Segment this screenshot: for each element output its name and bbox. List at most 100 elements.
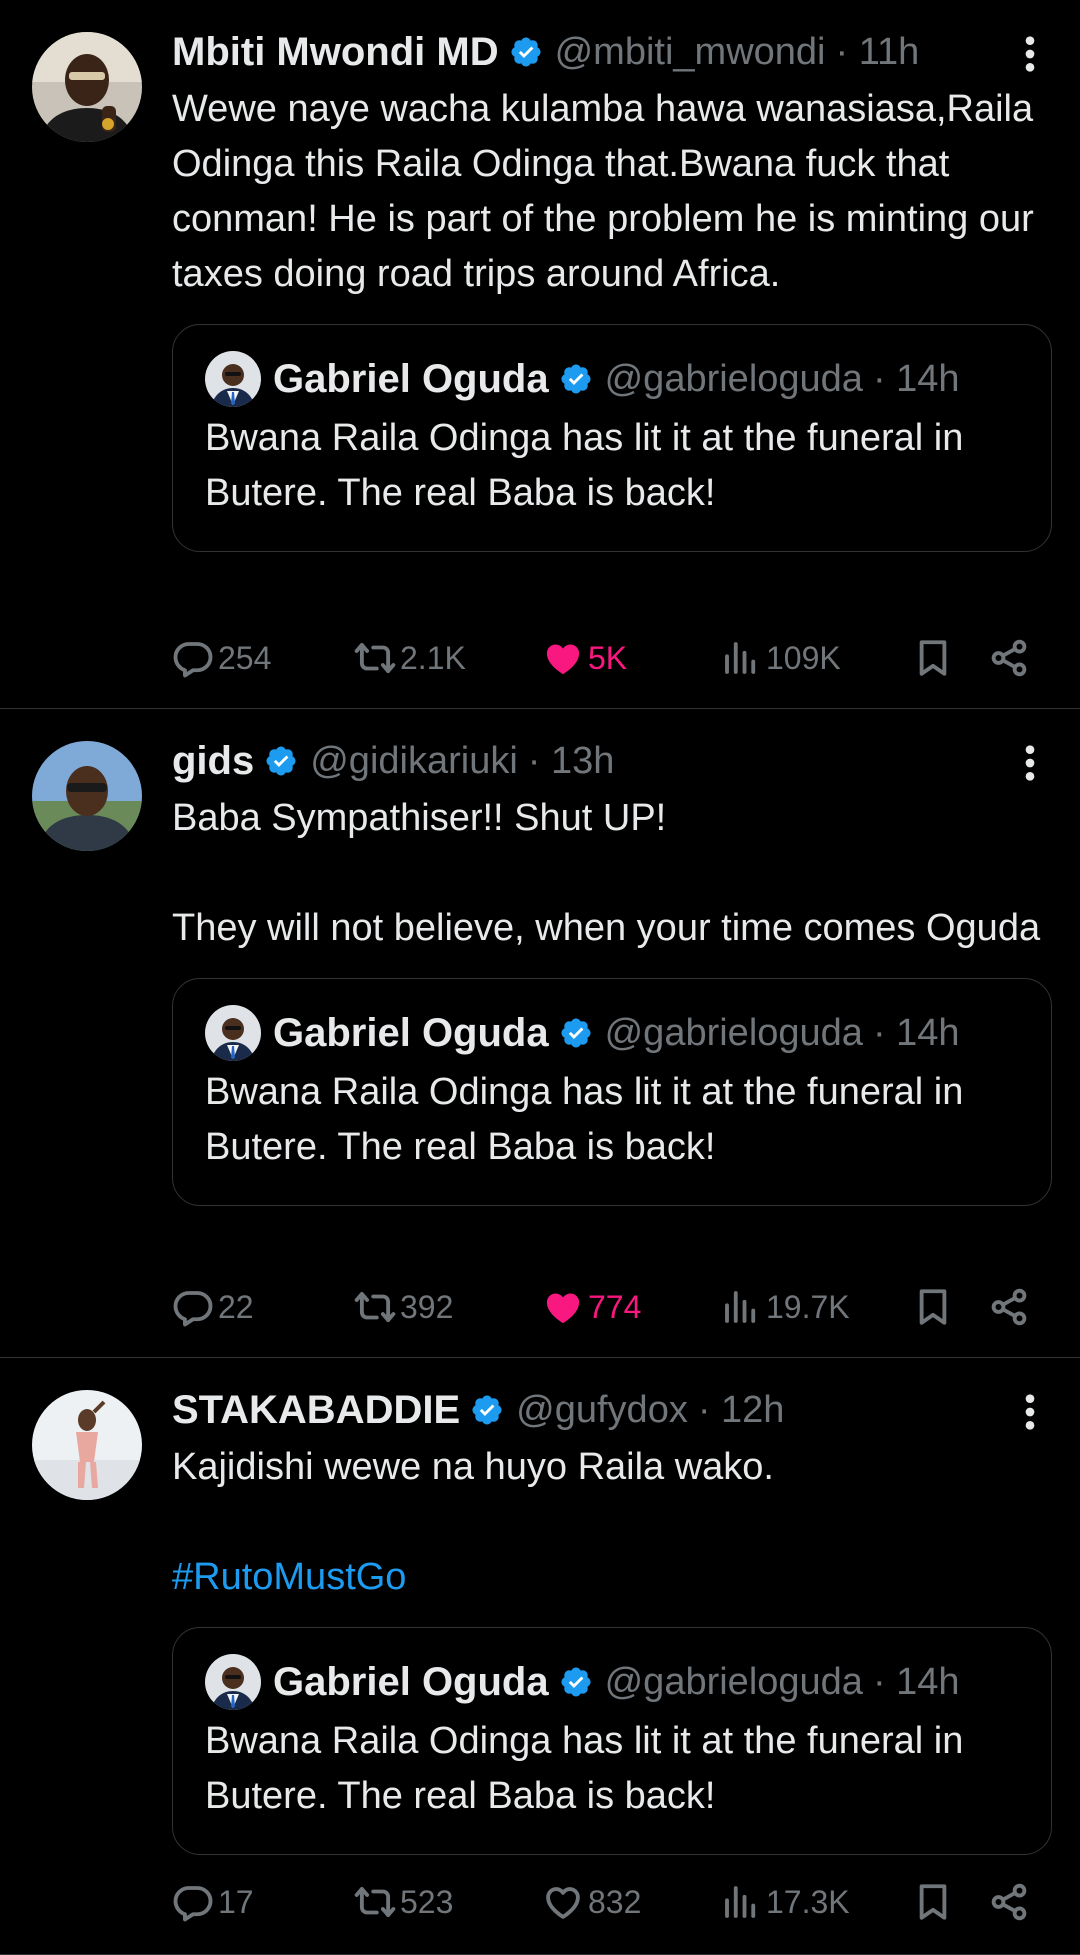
heart-icon [542,1881,584,1923]
quoted-author-name: Gabriel Oguda [273,1010,549,1055]
views-chart-icon [720,1881,762,1923]
heart-filled-icon [542,1286,584,1328]
quoted-author-name: Gabriel Oguda [273,1659,549,1704]
hashtag-line: #RutoMustGo [172,1550,1052,1605]
bookmark-button[interactable] [912,637,988,679]
more-options-icon[interactable] [1020,34,1040,74]
tweet[interactable]: STAKABADDIE @gufydox · 12h Kajidishi wew… [0,1358,1080,1955]
share-icon [988,637,1030,679]
verified-badge-icon [470,1393,504,1427]
quoted-tweet-text: Bwana Raila Odinga has lit it at the fun… [205,417,964,514]
reply-icon [172,1286,214,1328]
more-options-icon[interactable] [1020,1392,1040,1432]
share-button[interactable] [988,1881,1034,1923]
views-button[interactable]: 19.7K [720,1286,912,1328]
repost-count: 2.1K [400,639,466,676]
quoted-timestamp: · 14h [872,357,960,400]
quoted-avatar [205,351,261,407]
repost-count: 392 [400,1288,454,1325]
bookmark-icon [912,637,954,679]
quoted-timestamp: · 14h [872,1011,960,1054]
quoted-tweet-header: Gabriel Oguda @gabrieloguda · 14h [205,1005,1019,1061]
quoted-tweet-text: Bwana Raila Odinga has lit it at the fun… [205,1071,964,1168]
verified-badge-icon [509,35,543,69]
avatar[interactable] [32,1390,142,1500]
tweet[interactable]: Mbiti Mwondi MD @mbiti_mwondi · 11h Wewe… [0,0,1080,709]
reply-button[interactable]: 254 [172,637,354,679]
quoted-author-handle: @gabrieloguda [604,1011,863,1054]
view-count: 17.3K [766,1883,850,1920]
heart-filled-icon [542,637,584,679]
repost-button[interactable]: 2.1K [354,637,542,679]
share-icon [988,1286,1030,1328]
author-handle[interactable]: @gufydox [516,1389,688,1432]
like-button[interactable]: 5K [542,637,720,679]
timestamp[interactable]: · 13h [528,740,615,783]
tweet[interactable]: gids @gidikariuki · 13h Baba Sympathiser… [0,709,1080,1358]
share-icon [988,1881,1030,1923]
author-name[interactable]: gids [172,739,254,784]
quoted-tweet-header: Gabriel Oguda @gabrieloguda · 14h [205,351,1019,407]
author-handle[interactable]: @mbiti_mwondi [555,31,826,74]
views-button[interactable]: 17.3K [720,1881,912,1923]
tweet-text: Kajidishi wewe na huyo Raila wako. [172,1446,774,1488]
share-button[interactable] [988,1286,1034,1328]
tweet-header: gids @gidikariuki · 13h [172,733,1052,789]
timestamp[interactable]: · 12h [698,1389,785,1432]
author-name[interactable]: Mbiti Mwondi MD [172,30,499,75]
quoted-avatar [205,1005,261,1061]
views-button[interactable]: 109K [720,637,912,679]
like-button[interactable]: 832 [542,1881,720,1923]
quoted-avatar [205,1654,261,1710]
verified-badge-icon [559,1665,593,1699]
tweet-body: STAKABADDIE @gufydox · 12h Kajidishi wew… [172,1382,1052,1855]
tweet-body: gids @gidikariuki · 13h Baba Sympathiser… [172,733,1052,1206]
share-button[interactable] [988,637,1034,679]
bookmark-icon [912,1881,954,1923]
author-handle[interactable]: @gidikariuki [310,740,518,783]
views-chart-icon [720,637,762,679]
repost-icon [354,637,396,679]
repost-button[interactable]: 392 [354,1286,542,1328]
avatar[interactable] [32,741,142,851]
repost-button[interactable]: 523 [354,1881,542,1923]
bookmark-button[interactable] [912,1286,988,1328]
verified-badge-icon [559,362,593,396]
quoted-timestamp: · 14h [872,1660,960,1703]
more-options-icon[interactable] [1020,743,1040,783]
like-count: 5K [588,639,628,676]
reply-count: 17 [218,1883,254,1920]
timestamp[interactable]: · 11h [835,31,919,74]
timeline: Mbiti Mwondi MD @mbiti_mwondi · 11h Wewe… [0,0,1080,1955]
tweet-text: Baba Sympathiser!! Shut UP! They will no… [172,797,1041,949]
avatar[interactable] [32,32,142,142]
views-chart-icon [720,1286,762,1328]
tweet-actions: 17 523 832 17.3K [172,1872,1040,1932]
quoted-tweet-text: Bwana Raila Odinga has lit it at the fun… [205,1720,964,1817]
reply-button[interactable]: 22 [172,1286,354,1328]
quoted-author-name: Gabriel Oguda [273,356,549,401]
quoted-tweet[interactable]: Gabriel Oguda @gabrieloguda · 14h Bwana … [172,978,1052,1206]
reply-count: 254 [218,639,272,676]
bookmark-button[interactable] [912,1881,988,1923]
author-name[interactable]: STAKABADDIE [172,1388,460,1433]
quoted-tweet-header: Gabriel Oguda @gabrieloguda · 14h [205,1654,1019,1710]
hashtag-link[interactable]: #RutoMustGo [172,1556,406,1598]
bookmark-icon [912,1286,954,1328]
quoted-author-handle: @gabrieloguda [604,1660,863,1703]
like-count: 774 [588,1288,642,1325]
tweet-actions: 22 392 774 19.7K [172,1277,1040,1337]
repost-icon [354,1286,396,1328]
quoted-tweet[interactable]: Gabriel Oguda @gabrieloguda · 14h Bwana … [172,324,1052,552]
tweet-text: Wewe naye wacha kulamba hawa wanasiasa,R… [172,88,1045,295]
repost-icon [354,1881,396,1923]
repost-count: 523 [400,1883,454,1920]
like-count: 832 [588,1883,642,1920]
tweet-actions: 254 2.1K 5K 109K [172,628,1040,688]
tweet-header: STAKABADDIE @gufydox · 12h [172,1382,1052,1438]
reply-button[interactable]: 17 [172,1881,354,1923]
like-button[interactable]: 774 [542,1286,720,1328]
reply-count: 22 [218,1288,254,1325]
verified-badge-icon [264,744,298,778]
quoted-tweet[interactable]: Gabriel Oguda @gabrieloguda · 14h Bwana … [172,1627,1052,1855]
